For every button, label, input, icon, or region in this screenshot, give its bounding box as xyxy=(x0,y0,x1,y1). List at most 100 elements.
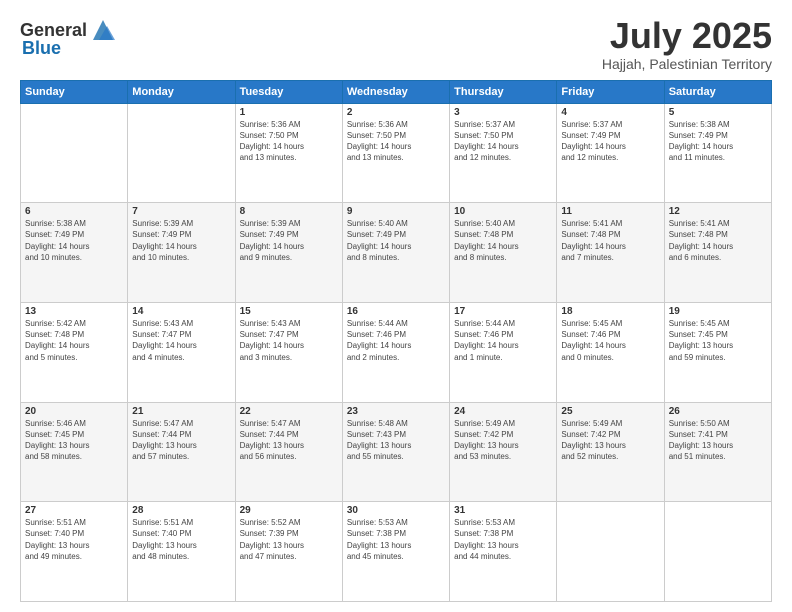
calendar-cell: 10Sunrise: 5:40 AM Sunset: 7:48 PM Dayli… xyxy=(450,203,557,303)
calendar-cell: 31Sunrise: 5:53 AM Sunset: 7:38 PM Dayli… xyxy=(450,502,557,602)
calendar-cell: 25Sunrise: 5:49 AM Sunset: 7:42 PM Dayli… xyxy=(557,402,664,502)
day-info: Sunrise: 5:47 AM Sunset: 7:44 PM Dayligh… xyxy=(240,418,338,463)
day-number: 3 xyxy=(454,107,552,118)
day-number: 8 xyxy=(240,206,338,217)
calendar-cell: 13Sunrise: 5:42 AM Sunset: 7:48 PM Dayli… xyxy=(21,302,128,402)
calendar-cell: 22Sunrise: 5:47 AM Sunset: 7:44 PM Dayli… xyxy=(235,402,342,502)
logo: General Blue xyxy=(20,16,117,59)
day-number: 15 xyxy=(240,306,338,317)
month-year: July 2025 xyxy=(602,16,772,56)
calendar-cell: 27Sunrise: 5:51 AM Sunset: 7:40 PM Dayli… xyxy=(21,502,128,602)
logo-icon xyxy=(89,16,117,44)
day-info: Sunrise: 5:39 AM Sunset: 7:49 PM Dayligh… xyxy=(132,218,230,263)
calendar-table: Sunday Monday Tuesday Wednesday Thursday… xyxy=(20,80,772,602)
day-number: 13 xyxy=(25,306,123,317)
calendar-cell: 30Sunrise: 5:53 AM Sunset: 7:38 PM Dayli… xyxy=(342,502,449,602)
day-info: Sunrise: 5:38 AM Sunset: 7:49 PM Dayligh… xyxy=(25,218,123,263)
calendar-cell: 8Sunrise: 5:39 AM Sunset: 7:49 PM Daylig… xyxy=(235,203,342,303)
day-info: Sunrise: 5:45 AM Sunset: 7:46 PM Dayligh… xyxy=(561,318,659,363)
calendar-header-row: Sunday Monday Tuesday Wednesday Thursday… xyxy=(21,80,772,103)
day-number: 29 xyxy=(240,505,338,516)
calendar-cell: 16Sunrise: 5:44 AM Sunset: 7:46 PM Dayli… xyxy=(342,302,449,402)
calendar-cell: 14Sunrise: 5:43 AM Sunset: 7:47 PM Dayli… xyxy=(128,302,235,402)
day-number: 9 xyxy=(347,206,445,217)
day-number: 23 xyxy=(347,406,445,417)
day-number: 20 xyxy=(25,406,123,417)
day-info: Sunrise: 5:51 AM Sunset: 7:40 PM Dayligh… xyxy=(25,517,123,562)
day-info: Sunrise: 5:46 AM Sunset: 7:45 PM Dayligh… xyxy=(25,418,123,463)
calendar-cell: 4Sunrise: 5:37 AM Sunset: 7:49 PM Daylig… xyxy=(557,103,664,203)
day-number: 25 xyxy=(561,406,659,417)
col-saturday: Saturday xyxy=(664,80,771,103)
day-info: Sunrise: 5:43 AM Sunset: 7:47 PM Dayligh… xyxy=(240,318,338,363)
day-info: Sunrise: 5:36 AM Sunset: 7:50 PM Dayligh… xyxy=(347,119,445,164)
calendar-cell: 1Sunrise: 5:36 AM Sunset: 7:50 PM Daylig… xyxy=(235,103,342,203)
calendar-cell: 28Sunrise: 5:51 AM Sunset: 7:40 PM Dayli… xyxy=(128,502,235,602)
day-number: 28 xyxy=(132,505,230,516)
day-number: 30 xyxy=(347,505,445,516)
calendar-cell: 2Sunrise: 5:36 AM Sunset: 7:50 PM Daylig… xyxy=(342,103,449,203)
day-info: Sunrise: 5:48 AM Sunset: 7:43 PM Dayligh… xyxy=(347,418,445,463)
calendar-cell: 5Sunrise: 5:38 AM Sunset: 7:49 PM Daylig… xyxy=(664,103,771,203)
day-info: Sunrise: 5:53 AM Sunset: 7:38 PM Dayligh… xyxy=(347,517,445,562)
day-number: 6 xyxy=(25,206,123,217)
day-info: Sunrise: 5:39 AM Sunset: 7:49 PM Dayligh… xyxy=(240,218,338,263)
day-number: 26 xyxy=(669,406,767,417)
day-info: Sunrise: 5:51 AM Sunset: 7:40 PM Dayligh… xyxy=(132,517,230,562)
day-number: 16 xyxy=(347,306,445,317)
page: General Blue July 2025 Hajjah, Palestini… xyxy=(0,0,792,612)
col-friday: Friday xyxy=(557,80,664,103)
calendar-cell xyxy=(664,502,771,602)
day-info: Sunrise: 5:45 AM Sunset: 7:45 PM Dayligh… xyxy=(669,318,767,363)
calendar-cell: 18Sunrise: 5:45 AM Sunset: 7:46 PM Dayli… xyxy=(557,302,664,402)
day-info: Sunrise: 5:49 AM Sunset: 7:42 PM Dayligh… xyxy=(454,418,552,463)
calendar-cell: 17Sunrise: 5:44 AM Sunset: 7:46 PM Dayli… xyxy=(450,302,557,402)
header: General Blue July 2025 Hajjah, Palestini… xyxy=(20,16,772,72)
day-info: Sunrise: 5:41 AM Sunset: 7:48 PM Dayligh… xyxy=(561,218,659,263)
day-number: 4 xyxy=(561,107,659,118)
calendar-cell: 7Sunrise: 5:39 AM Sunset: 7:49 PM Daylig… xyxy=(128,203,235,303)
day-number: 17 xyxy=(454,306,552,317)
calendar-cell xyxy=(21,103,128,203)
day-number: 1 xyxy=(240,107,338,118)
day-number: 19 xyxy=(669,306,767,317)
day-number: 2 xyxy=(347,107,445,118)
day-info: Sunrise: 5:42 AM Sunset: 7:48 PM Dayligh… xyxy=(25,318,123,363)
day-info: Sunrise: 5:36 AM Sunset: 7:50 PM Dayligh… xyxy=(240,119,338,164)
calendar-cell xyxy=(128,103,235,203)
day-info: Sunrise: 5:37 AM Sunset: 7:49 PM Dayligh… xyxy=(561,119,659,164)
day-info: Sunrise: 5:52 AM Sunset: 7:39 PM Dayligh… xyxy=(240,517,338,562)
calendar-cell: 9Sunrise: 5:40 AM Sunset: 7:49 PM Daylig… xyxy=(342,203,449,303)
calendar-cell: 11Sunrise: 5:41 AM Sunset: 7:48 PM Dayli… xyxy=(557,203,664,303)
calendar-cell: 21Sunrise: 5:47 AM Sunset: 7:44 PM Dayli… xyxy=(128,402,235,502)
calendar-cell: 20Sunrise: 5:46 AM Sunset: 7:45 PM Dayli… xyxy=(21,402,128,502)
day-info: Sunrise: 5:44 AM Sunset: 7:46 PM Dayligh… xyxy=(454,318,552,363)
calendar-cell: 23Sunrise: 5:48 AM Sunset: 7:43 PM Dayli… xyxy=(342,402,449,502)
day-number: 24 xyxy=(454,406,552,417)
day-number: 11 xyxy=(561,206,659,217)
calendar-cell xyxy=(557,502,664,602)
day-info: Sunrise: 5:49 AM Sunset: 7:42 PM Dayligh… xyxy=(561,418,659,463)
day-number: 7 xyxy=(132,206,230,217)
day-number: 18 xyxy=(561,306,659,317)
col-tuesday: Tuesday xyxy=(235,80,342,103)
title-block: July 2025 Hajjah, Palestinian Territory xyxy=(602,16,772,72)
col-wednesday: Wednesday xyxy=(342,80,449,103)
day-info: Sunrise: 5:44 AM Sunset: 7:46 PM Dayligh… xyxy=(347,318,445,363)
day-info: Sunrise: 5:40 AM Sunset: 7:48 PM Dayligh… xyxy=(454,218,552,263)
calendar-cell: 24Sunrise: 5:49 AM Sunset: 7:42 PM Dayli… xyxy=(450,402,557,502)
day-number: 14 xyxy=(132,306,230,317)
day-number: 22 xyxy=(240,406,338,417)
day-info: Sunrise: 5:40 AM Sunset: 7:49 PM Dayligh… xyxy=(347,218,445,263)
day-number: 5 xyxy=(669,107,767,118)
calendar-cell: 29Sunrise: 5:52 AM Sunset: 7:39 PM Dayli… xyxy=(235,502,342,602)
location: Hajjah, Palestinian Territory xyxy=(602,56,772,72)
day-info: Sunrise: 5:53 AM Sunset: 7:38 PM Dayligh… xyxy=(454,517,552,562)
calendar-cell: 19Sunrise: 5:45 AM Sunset: 7:45 PM Dayli… xyxy=(664,302,771,402)
day-info: Sunrise: 5:38 AM Sunset: 7:49 PM Dayligh… xyxy=(669,119,767,164)
calendar-week-1: 6Sunrise: 5:38 AM Sunset: 7:49 PM Daylig… xyxy=(21,203,772,303)
col-monday: Monday xyxy=(128,80,235,103)
calendar-week-0: 1Sunrise: 5:36 AM Sunset: 7:50 PM Daylig… xyxy=(21,103,772,203)
day-info: Sunrise: 5:50 AM Sunset: 7:41 PM Dayligh… xyxy=(669,418,767,463)
logo-blue: Blue xyxy=(22,38,61,59)
